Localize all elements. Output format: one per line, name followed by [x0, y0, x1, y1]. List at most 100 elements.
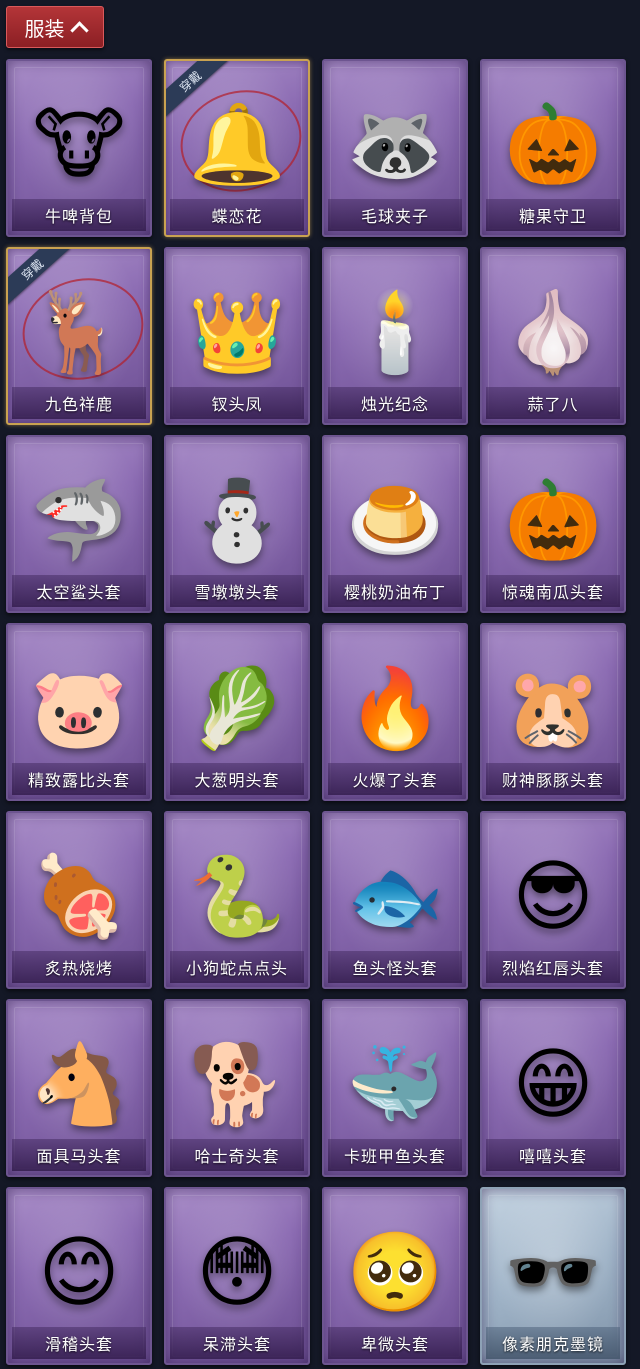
- item-label-bar: 呆滞头套: [170, 1327, 304, 1359]
- item-icon: 😳: [196, 1227, 278, 1318]
- item-icon: 🦈: [30, 475, 128, 566]
- item-card[interactable]: 🦈 太空鲨头套: [6, 435, 152, 613]
- item-icon: 🎃: [504, 475, 602, 566]
- item-name: 毛球夹子: [360, 207, 429, 226]
- item-icon: 🎃: [504, 99, 602, 190]
- item-label-bar: 火爆了头套: [328, 763, 462, 795]
- item-label-bar: 嘻嘻头套: [486, 1139, 620, 1171]
- item-icon: 🧄: [504, 287, 602, 378]
- item-card[interactable]: 🐟 鱼头怪头套: [322, 811, 468, 989]
- wardrobe-page: 服装 🐮 牛啤背包 🔔 蝶恋花 穿戴 🦝 毛球夹子 🎃 糖果守卫 🦌 九色祥鹿 穿戴 👑 钗头凤 🕯️ 烛光纪…: [0, 0, 640, 1369]
- item-card[interactable]: 🐮 牛啤背包: [6, 59, 152, 237]
- item-name: 烛光纪念: [360, 395, 429, 414]
- item-label-bar: 毛球夹子: [328, 199, 462, 231]
- item-card[interactable]: 🔥 火爆了头套: [322, 623, 468, 801]
- item-icon: 🐳: [346, 1039, 444, 1130]
- item-name: 呆滞头套: [202, 1335, 271, 1354]
- item-icon: 😊: [38, 1227, 120, 1318]
- item-name: 卑微头套: [360, 1335, 429, 1354]
- item-icon: 🍮: [346, 475, 444, 566]
- item-card[interactable]: 🐍 小狗蛇点点头: [164, 811, 310, 989]
- item-name: 牛啤背包: [44, 207, 113, 226]
- item-icon: 🥬: [188, 663, 286, 754]
- item-card[interactable]: 😁 嘻嘻头套: [480, 999, 626, 1177]
- item-card[interactable]: 🎃 惊魂南瓜头套: [480, 435, 626, 613]
- item-icon: 🐮: [32, 99, 126, 190]
- item-card[interactable]: 🕶️ 像素朋克墨镜: [480, 1187, 626, 1365]
- item-card[interactable]: 🦌 九色祥鹿 穿戴: [6, 247, 152, 425]
- item-icon: 🐕: [188, 1039, 286, 1130]
- item-label-bar: 惊魂南瓜头套: [486, 575, 620, 607]
- item-name: 哈士奇头套: [194, 1147, 280, 1166]
- item-icon: ⛄: [188, 475, 286, 566]
- item-icon: 🔥: [346, 663, 444, 754]
- item-card[interactable]: 😊 滑稽头套: [6, 1187, 152, 1365]
- item-icon: 🐹: [504, 663, 602, 754]
- item-card[interactable]: 🔔 蝶恋花 穿戴: [164, 59, 310, 237]
- item-icon: 🕶️: [504, 1227, 602, 1318]
- item-name: 嘻嘻头套: [518, 1147, 587, 1166]
- item-name: 火爆了头套: [352, 771, 438, 790]
- item-name: 钗头凤: [211, 395, 263, 414]
- item-icon: 🦌: [30, 287, 128, 378]
- item-card[interactable]: 🐳 卡班甲鱼头套: [322, 999, 468, 1177]
- item-name: 惊魂南瓜头套: [501, 583, 604, 602]
- item-label-bar: 哈士奇头套: [170, 1139, 304, 1171]
- section-title: 服装: [24, 16, 65, 41]
- item-card[interactable]: 🍮 樱桃奶油布丁: [322, 435, 468, 613]
- item-label-bar: 滑稽头套: [12, 1327, 146, 1359]
- item-name: 九色祥鹿: [44, 395, 113, 414]
- item-card[interactable]: 🥺 卑微头套: [322, 1187, 468, 1365]
- item-card[interactable]: 🐕 哈士奇头套: [164, 999, 310, 1177]
- item-name: 像素朋克墨镜: [501, 1335, 604, 1354]
- item-name: 精致露比头套: [27, 771, 130, 790]
- item-name: 烈焰红唇头套: [501, 959, 604, 978]
- item-icon: 🐟: [346, 851, 444, 942]
- item-name: 大葱明头套: [194, 771, 280, 790]
- item-name: 滑稽头套: [44, 1335, 113, 1354]
- item-label-bar: 烈焰红唇头套: [486, 951, 620, 983]
- item-label-bar: 雪墩墩头套: [170, 575, 304, 607]
- item-icon: 😎: [512, 851, 594, 942]
- item-card[interactable]: 🐷 精致露比头套: [6, 623, 152, 801]
- item-label-bar: 烛光纪念: [328, 387, 462, 419]
- item-name: 蝶恋花: [211, 207, 263, 226]
- item-card[interactable]: 🕯️ 烛光纪念: [322, 247, 468, 425]
- item-card[interactable]: ⛄ 雪墩墩头套: [164, 435, 310, 613]
- item-icon: 🕯️: [346, 287, 444, 378]
- item-label-bar: 财神豚豚头套: [486, 763, 620, 795]
- item-name: 财神豚豚头套: [501, 771, 604, 790]
- item-card[interactable]: 🦝 毛球夹子: [322, 59, 468, 237]
- item-name: 炙热烧烤: [44, 959, 113, 978]
- item-label-bar: 炙热烧烤: [12, 951, 146, 983]
- item-icon: 🍖: [30, 851, 128, 942]
- item-icon: 🐍: [188, 851, 286, 942]
- item-label-bar: 牛啤背包: [12, 199, 146, 231]
- item-name: 蒜了八: [527, 395, 579, 414]
- item-label-bar: 面具马头套: [12, 1139, 146, 1171]
- item-card[interactable]: 🍖 炙热烧烤: [6, 811, 152, 989]
- item-card[interactable]: 🧄 蒜了八: [480, 247, 626, 425]
- item-name: 鱼头怪头套: [352, 959, 438, 978]
- item-card[interactable]: 🎃 糖果守卫: [480, 59, 626, 237]
- item-icon: 🐷: [30, 663, 128, 754]
- item-name: 太空鲨头套: [36, 583, 122, 602]
- outfit-section-toggle[interactable]: 服装: [6, 6, 104, 48]
- item-card[interactable]: 🐴 面具马头套: [6, 999, 152, 1177]
- item-card[interactable]: 🐹 财神豚豚头套: [480, 623, 626, 801]
- item-label-bar: 太空鲨头套: [12, 575, 146, 607]
- item-name: 小狗蛇点点头: [185, 959, 288, 978]
- item-label-bar: 蝶恋花: [170, 199, 304, 231]
- item-card[interactable]: 😎 烈焰红唇头套: [480, 811, 626, 989]
- item-card[interactable]: 🥬 大葱明头套: [164, 623, 310, 801]
- item-name: 卡班甲鱼头套: [343, 1147, 446, 1166]
- item-name: 面具马头套: [36, 1147, 122, 1166]
- item-label-bar: 小狗蛇点点头: [170, 951, 304, 983]
- item-icon: 🦝: [346, 99, 444, 190]
- item-name: 糖果守卫: [518, 207, 587, 226]
- item-label-bar: 糖果守卫: [486, 199, 620, 231]
- item-icon: 🐴: [30, 1039, 128, 1130]
- item-label-bar: 大葱明头套: [170, 763, 304, 795]
- item-card[interactable]: 👑 钗头凤: [164, 247, 310, 425]
- item-card[interactable]: 😳 呆滞头套: [164, 1187, 310, 1365]
